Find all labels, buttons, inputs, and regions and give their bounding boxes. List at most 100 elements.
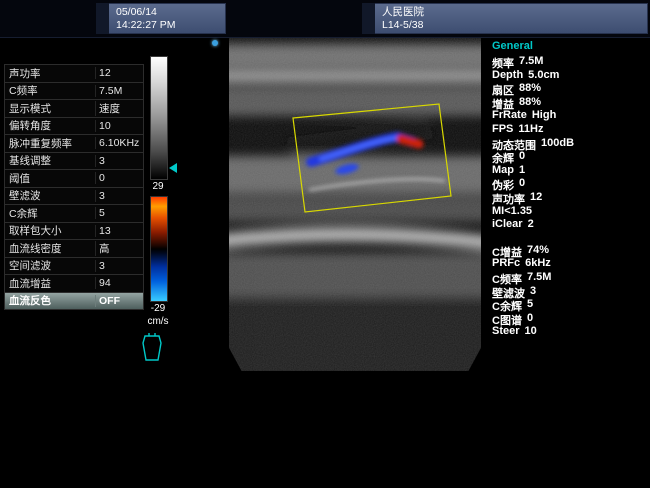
caliper-dot [212, 40, 218, 46]
general-info-group: 频率 7.5M Depth 5.0cm 扇区 88% 增益 88% FrRate… [492, 55, 648, 232]
parameter-row[interactable]: 基线调整 3 [4, 153, 144, 171]
info-label: PRFc [492, 257, 520, 271]
info-line: C增益 74% [492, 244, 648, 258]
parameter-label: 壁滤波 [5, 188, 95, 203]
top-bar: 05/06/14 14:22:27 PM 人民医院 L14-5/38 [0, 0, 650, 38]
info-line: Steer 10 [492, 325, 648, 339]
color-doppler-bar [150, 196, 168, 302]
info-line: 壁滤波 3 [492, 285, 648, 299]
info-value: 7.5M [519, 55, 543, 69]
color-info-group: C增益 74% PRFc 6kHz C频率 7.5M 壁滤波 3 C余辉 5 C… [492, 244, 648, 339]
info-value: 74% [527, 244, 549, 258]
info-label: Map [492, 164, 514, 178]
info-label: 余辉 [492, 150, 514, 164]
parameter-label: 声功率 [5, 66, 95, 81]
info-label: FPS [492, 123, 513, 137]
parameter-row[interactable]: 空间滤波 3 [4, 258, 144, 276]
header-divider [362, 3, 375, 34]
parameter-value: 12 [95, 67, 143, 79]
parameter-label: 取样包大小 [5, 223, 95, 238]
info-label: MI<1.35 [492, 205, 532, 219]
info-value: 12 [530, 191, 542, 205]
info-line: Map 1 [492, 164, 648, 178]
info-label: FrRate [492, 109, 527, 123]
parameter-label: 空间滤波 [5, 258, 95, 273]
baseline-marker-icon [169, 163, 177, 173]
body-marker-icon[interactable] [139, 332, 165, 364]
info-value: 3 [530, 285, 536, 299]
ultrasound-image[interactable] [229, 38, 481, 371]
parameter-label: C余辉 [5, 206, 95, 221]
info-line: 频率 7.5M [492, 55, 648, 69]
hospital-name: 人民医院 [382, 6, 424, 18]
parameter-value: 高 [95, 241, 143, 256]
parameter-label: 阈值 [5, 171, 95, 186]
info-line: PRFc 6kHz [492, 257, 648, 271]
info-label: 伪彩 [492, 177, 514, 191]
probe-model: L14-5/38 [382, 19, 424, 31]
parameter-value: 94 [95, 277, 143, 289]
info-value: 7.5M [527, 271, 551, 285]
info-value: 5 [527, 298, 533, 312]
parameter-value: 10 [95, 120, 143, 132]
parameter-row[interactable]: 脉冲重复频率 6.10KHz [4, 135, 144, 153]
info-line: C余辉 5 [492, 298, 648, 312]
parameter-value: 5 [95, 207, 143, 219]
parameter-value: 3 [95, 190, 143, 202]
info-value: High [532, 109, 556, 123]
info-label: iClear [492, 218, 523, 232]
velocity-scale-max: 29 [146, 181, 170, 192]
info-label: 壁滤波 [492, 285, 525, 299]
info-line: iClear 2 [492, 218, 648, 232]
grayscale-bar [150, 56, 168, 180]
info-value: 100dB [541, 137, 574, 151]
filmstrip: ‹ × × × × × × × × › [0, 398, 650, 478]
info-line: FrRate High [492, 109, 648, 123]
parameter-row[interactable]: 血流线密度 高 [4, 240, 144, 258]
parameter-label: 显示模式 [5, 101, 95, 116]
info-value: 6kHz [525, 257, 551, 271]
info-label: 增益 [492, 96, 514, 110]
info-line: 动态范围 100dB [492, 137, 648, 151]
parameter-value: 13 [95, 225, 143, 237]
parameter-row[interactable]: 壁滤波 3 [4, 188, 144, 206]
info-value: 0 [519, 177, 525, 191]
parameter-row[interactable]: 阈值 0 [4, 170, 144, 188]
info-label: 扇区 [492, 82, 514, 96]
parameter-label: 基线调整 [5, 153, 95, 168]
parameter-row[interactable]: 偏转角度 10 [4, 118, 144, 136]
info-line: 扇区 88% [492, 82, 648, 96]
info-label: C频率 [492, 271, 522, 285]
parameter-row[interactable]: C余辉 5 [4, 205, 144, 223]
parameter-row[interactable]: 血流反色 OFF [4, 293, 144, 311]
parameter-value: 6.10KHz [95, 137, 143, 149]
parameter-row[interactable]: 声功率 12 [4, 64, 144, 83]
exam-date: 05/06/14 [116, 6, 176, 18]
info-value: 88% [519, 96, 541, 110]
info-line: MI<1.35 [492, 205, 648, 219]
info-value: 0 [527, 312, 533, 326]
info-line: Depth 5.0cm [492, 69, 648, 83]
parameter-row[interactable]: 取样包大小 13 [4, 223, 144, 241]
header-divider [96, 3, 109, 34]
velocity-scale-min: -29 [146, 303, 170, 314]
info-line: C频率 7.5M [492, 271, 648, 285]
info-value: 5.0cm [528, 69, 559, 83]
parameter-label: 偏转角度 [5, 118, 95, 133]
parameter-row[interactable]: 血流增益 94 [4, 275, 144, 293]
parameter-value: 3 [95, 260, 143, 272]
parameter-value: 7.5M [95, 85, 143, 97]
parameter-row[interactable]: C频率 7.5M [4, 83, 144, 101]
hospital-probe-box: 人民医院 L14-5/38 [362, 3, 648, 34]
info-line: 余辉 0 [492, 150, 648, 164]
info-line: C图谱 0 [492, 312, 648, 326]
info-group-gap [492, 232, 648, 244]
parameter-row[interactable]: 显示模式 速度 [4, 100, 144, 118]
info-value: 0 [519, 150, 525, 164]
ultrasound-console-screen: 05/06/14 14:22:27 PM 人民医院 L14-5/38 声功率 1… [0, 0, 650, 488]
parameter-label: 血流线密度 [5, 241, 95, 256]
info-value: 88% [519, 82, 541, 96]
parameter-value: 速度 [95, 101, 143, 116]
parameter-value: 3 [95, 155, 143, 167]
info-label: 动态范围 [492, 137, 536, 151]
